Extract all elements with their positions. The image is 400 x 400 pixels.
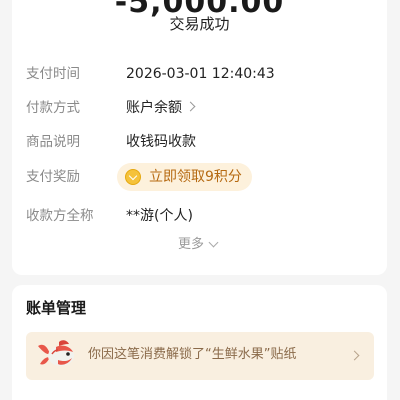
pay-reward-label: 支付奖励 [26,169,80,185]
transaction-detail-card: -5,000.00 交易成功 支付时间 2026-03-01 12:40:43 … [12,0,387,275]
sticker-banner[interactable]: 你因这笔消费解锁了“生鲜水果”贴纸 [26,332,374,380]
payee-name-label: 收款方全称 [26,208,94,224]
pay-method-label: 付款方式 [26,100,80,116]
coin-check-icon [125,169,141,185]
transaction-status: 交易成功 [169,15,230,33]
bill-management-card: 账单管理 你因这笔消费解锁了“生鲜水果”贴纸 [12,285,387,400]
payee-name-value: **游(个人) [126,208,193,224]
sticker-unlock-text: 你因这笔消费解锁了“生鲜水果”贴纸 [88,347,297,362]
bill-management-title: 账单管理 [26,299,87,317]
pay-time-label: 支付时间 [26,66,80,82]
pay-time-value: 2026-03-01 12:40:43 [126,66,275,82]
claim-points-button[interactable]: 立即领取9积分 [117,163,252,191]
more-label: 更多 [178,237,205,252]
pay-method-link[interactable]: 账户余额 [126,99,196,117]
more-button[interactable]: 更多 [178,236,219,254]
chevron-right-icon [349,350,360,361]
pay-method-value: 账户余额 [126,100,182,116]
product-desc-value: 收钱码收款 [126,134,196,150]
chevron-right-icon [185,101,196,112]
chevron-down-icon [208,237,219,247]
product-desc-label: 商品说明 [26,134,80,150]
goldfish-icon [38,340,74,366]
claim-points-label: 立即领取9积分 [149,169,242,185]
transaction-detail-page: -5,000.00 交易成功 支付时间 2026-03-01 12:40:43 … [0,0,400,400]
